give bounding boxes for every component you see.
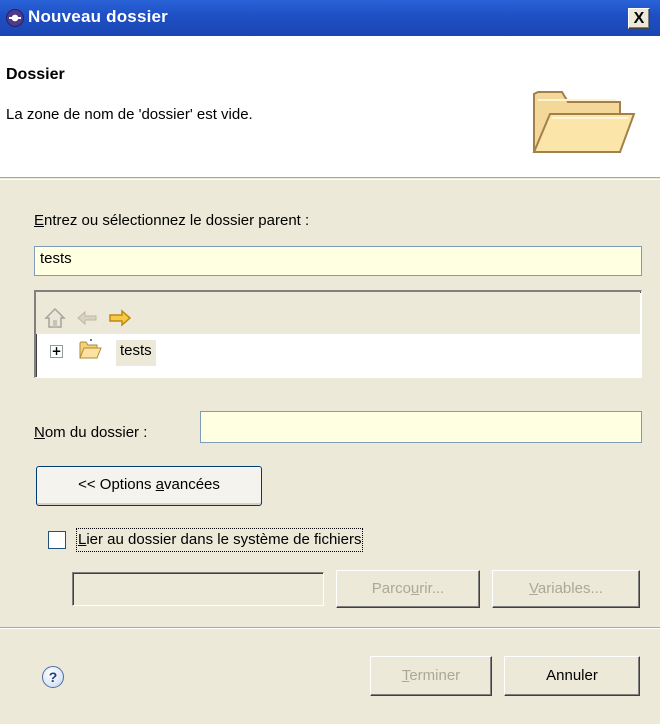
link-checkbox[interactable] [48,531,66,549]
forward-arrow-icon[interactable] [108,308,132,328]
title-bar[interactable]: Nouveau dossier X [0,0,660,36]
parent-folder-label: Entrez ou sélectionnez le dossier parent… [34,212,309,229]
browse-button[interactable]: Parcourir... [336,570,480,608]
link-label-text: ier au dossier dans le système de fichie… [86,531,362,548]
parent-label-text: ntrez ou sélectionnez le dossier parent … [44,212,310,229]
banner-separator [0,179,660,180]
cancel-button[interactable]: Annuler [504,656,640,696]
finish-label-text: erminer [409,667,461,684]
tree-expander[interactable]: + [50,345,63,358]
variables-button[interactable]: Variables... [492,570,640,608]
link-path-input[interactable] [72,572,324,606]
browse-label-post: rir... [419,580,445,597]
open-folder-icon [532,91,636,153]
folder-icon [79,339,102,359]
finish-button[interactable]: Terminer [370,656,492,696]
variables-label-text: ariables... [537,580,603,597]
folder-name-label: Nom du dossier : [34,424,147,441]
folder-name-label-mnemonic: N [34,424,45,441]
browse-label-mnemonic: u [410,580,420,597]
window-title: Nouveau dossier [28,7,168,26]
parent-label-mnemonic: E [34,212,45,229]
link-checkbox-label[interactable]: Lier au dossier dans le système de fichi… [75,528,364,552]
banner-message: La zone de nom de 'dossier' est vide. [6,106,253,123]
advanced-label-pre: << Options [78,476,156,493]
folder-name-label-text: om du dossier : [44,424,148,441]
eclipse-icon [6,9,24,27]
variables-label-mnemonic: V [529,580,538,597]
parent-folder-input[interactable]: tests [34,246,642,276]
browse-label-pre: Parco [371,580,411,597]
folder-name-input[interactable] [200,411,642,443]
advanced-label-mnemonic: a [155,476,165,493]
close-button[interactable]: X [628,8,650,29]
banner-title: Dossier [6,66,65,83]
help-icon[interactable]: ? [42,666,64,688]
back-arrow-icon[interactable] [76,309,98,327]
home-icon[interactable] [44,307,66,329]
tree-item-tests[interactable]: tests [116,340,156,366]
advanced-label-post: vancées [164,476,220,493]
advanced-options-button[interactable]: << Options avancées [36,466,262,506]
footer-separator [0,627,660,629]
